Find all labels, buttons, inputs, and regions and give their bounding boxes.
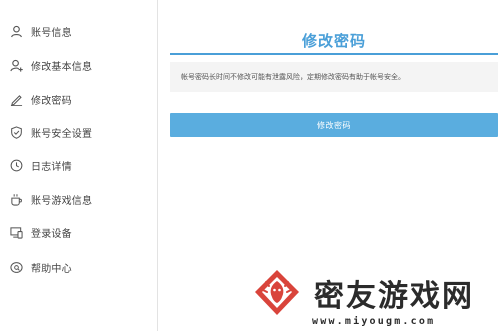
- change-password-button[interactable]: 修改密码: [170, 113, 498, 137]
- sidebar-item-edit-basic-info[interactable]: 修改基本信息: [10, 56, 92, 74]
- user-edit-icon: [10, 59, 23, 72]
- sidebar-item-label: 帮助中心: [31, 263, 72, 275]
- sidebar-item-label: 登录设备: [31, 228, 72, 240]
- sidebar-item-label: 修改密码: [31, 95, 72, 107]
- sidebar-item-label: 修改基本信息: [31, 61, 93, 73]
- title-divider: [170, 53, 498, 55]
- clock-icon: [10, 159, 23, 172]
- user-icon: [10, 25, 23, 38]
- sidebar-item-help-center[interactable]: 帮助中心: [10, 258, 72, 276]
- sidebar-item-label: 账号安全设置: [31, 128, 93, 140]
- sidebar-item-security-settings[interactable]: 账号安全设置: [10, 123, 92, 141]
- sidebar-item-game-info[interactable]: 账号游戏信息: [10, 190, 92, 208]
- password-notice: 帐号密码长时间不修改可能有泄露风险，定期修改密码有助于帐号安全。: [170, 62, 498, 92]
- pen-icon: [10, 93, 23, 106]
- sidebar-item-label: 账号信息: [31, 27, 72, 39]
- sidebar-item-log-details[interactable]: 日志详情: [10, 156, 72, 174]
- help-icon: [10, 261, 23, 274]
- sidebar-nav: 账号信息 修改基本信息 修改密码 账号安全设置 日志详情 账号游戏信息 登录设备…: [0, 0, 158, 331]
- sidebar-item-label: 账号游戏信息: [31, 195, 93, 207]
- device-icon: [10, 226, 23, 239]
- main-content: 修改密码 帐号密码长时间不修改可能有泄露风险，定期修改密码有助于帐号安全。 修改…: [158, 0, 500, 331]
- cup-icon: [10, 193, 23, 206]
- sidebar-item-change-password[interactable]: 修改密码: [10, 90, 72, 108]
- sidebar-item-login-devices[interactable]: 登录设备: [10, 223, 72, 241]
- sidebar-item-label: 日志详情: [31, 161, 72, 173]
- shield-icon: [10, 125, 23, 139]
- page-title: 修改密码: [301, 32, 366, 50]
- sidebar-item-account-info[interactable]: 账号信息: [10, 22, 72, 40]
